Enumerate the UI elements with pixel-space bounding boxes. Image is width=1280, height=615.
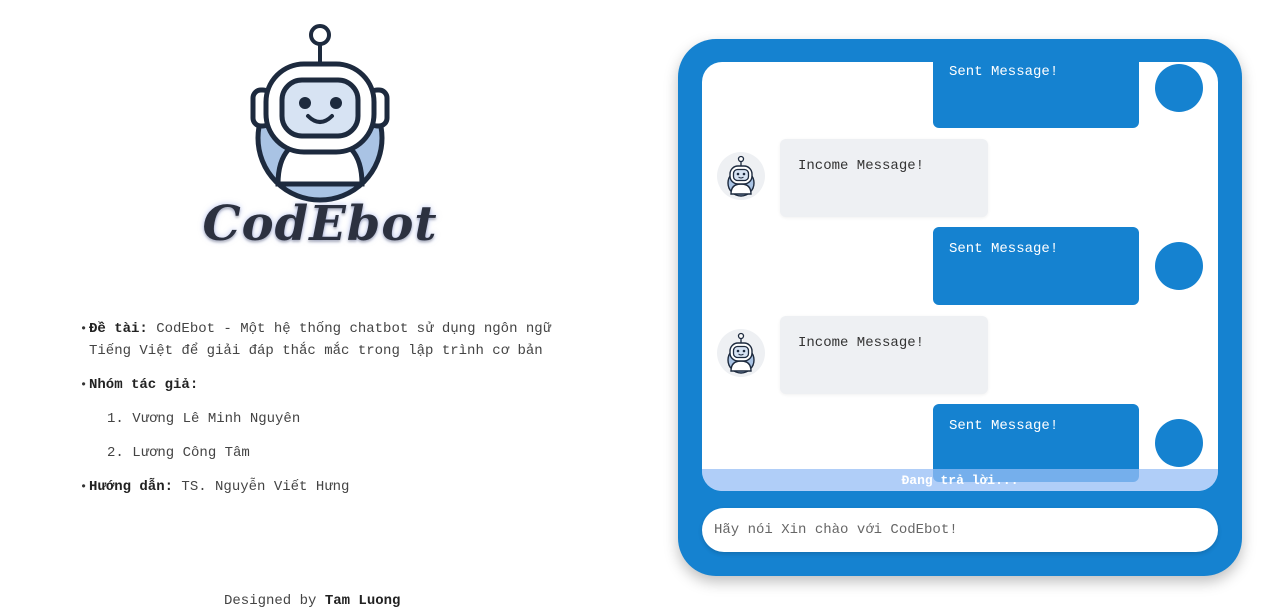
income-message-text: Income Message! [798, 158, 925, 174]
income-message: Income Message! [780, 139, 988, 217]
chat-panel: Sent Message! Income Message! Sent Messa… [678, 39, 1242, 576]
author-item: 2. Lương Công Tâm [107, 445, 250, 461]
brand-name: CodEbot [202, 196, 438, 252]
advisor-text: TS. Nguyễn Viết Hưng [181, 479, 350, 495]
authors-list: 1. Vương Lê Minh Nguyên 2. Lương Công Tâ… [80, 408, 560, 464]
chat-input[interactable] [702, 508, 1218, 552]
robot-avatar-icon [717, 152, 765, 200]
sent-message: Sent Message! [933, 62, 1139, 128]
income-message: Income Message! [780, 316, 988, 394]
typing-indicator: Đang trả lời... [702, 469, 1218, 491]
user-avatar-icon [1155, 419, 1203, 467]
sent-message-text: Sent Message! [949, 64, 1059, 80]
app-logo: CodEbot [200, 18, 440, 253]
authors-item: Nhóm tác giả: [80, 374, 560, 396]
user-avatar-icon [1155, 242, 1203, 290]
author-item: 1. Vương Lê Minh Nguyên [107, 411, 301, 427]
robot-avatar-icon [717, 329, 765, 377]
project-info: Đề tài: CodEbot - Một hệ thống chatbot s… [80, 318, 560, 510]
sent-message-text: Sent Message! [949, 241, 1059, 257]
footer-author: Tam Luong [324, 593, 401, 609]
topic-item: Đề tài: CodEbot - Một hệ thống chatbot s… [80, 318, 560, 362]
user-avatar-icon [1155, 64, 1203, 112]
chat-messages[interactable]: Sent Message! Income Message! Sent Messa… [702, 62, 1218, 491]
topic-text: CodEbot - Một hệ thống chatbot sử dụng n… [89, 321, 552, 359]
sent-message: Sent Message! [933, 227, 1139, 305]
income-message-text: Income Message! [798, 335, 925, 351]
robot-logo-icon [250, 24, 390, 203]
sent-message-text: Sent Message! [949, 418, 1059, 434]
topic-label: Đề tài: [89, 321, 148, 337]
authors-label: Nhóm tác giả: [89, 377, 199, 393]
advisor-item: Hướng dẫn: TS. Nguyễn Viết Hưng [80, 476, 560, 498]
advisor-label: Hướng dẫn: [89, 479, 174, 495]
footer-prefix: Designed by [224, 593, 317, 609]
footer-credit: Designed by Tam Luong [224, 593, 400, 609]
